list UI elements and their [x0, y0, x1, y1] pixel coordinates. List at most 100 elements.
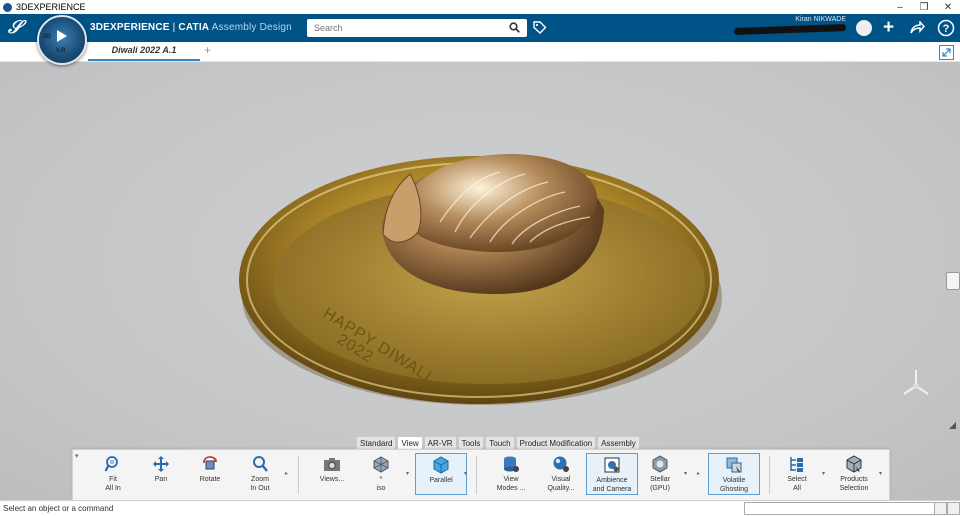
action-bar-section-tabs: Standard View AR-VR Tools Touch Product … — [356, 436, 641, 449]
section-tab-standard[interactable]: Standard — [356, 436, 397, 449]
os-title-bar: 3DEXPERIENCE – ❐ ✕ — [0, 0, 960, 14]
stellar-icon — [652, 455, 668, 473]
add-icon[interactable]: + — [883, 17, 894, 39]
search-input[interactable] — [312, 19, 496, 37]
search-icon[interactable] — [509, 22, 520, 33]
section-tab-touch[interactable]: Touch — [485, 436, 515, 449]
tab-document[interactable]: Diwali 2022 A.1 — [88, 42, 200, 61]
parallel-button[interactable]: Parallel — [415, 453, 467, 495]
tag-icon[interactable] — [532, 20, 547, 35]
robot-axis-icon[interactable] — [900, 366, 932, 400]
brand-app-name: Assembly Design — [211, 22, 292, 33]
command-options-icon[interactable] — [947, 502, 960, 515]
select-all-icon — [790, 457, 803, 472]
views-button[interactable]: Views... — [307, 453, 357, 484]
select-all-label2: All — [793, 485, 801, 492]
fit-all-in-button[interactable]: Fit All In — [88, 453, 138, 493]
zoom-label1: Zoom — [251, 476, 269, 483]
restore-button[interactable]: ❐ — [912, 2, 936, 13]
brand-platform: 3DEXPERIENCE — [90, 22, 170, 33]
more-arrow-icon[interactable]: ▾ — [684, 470, 687, 477]
separator — [298, 456, 299, 494]
share-icon[interactable] — [909, 21, 925, 35]
stellar-gpu-button[interactable]: Stellar (GPU) — [635, 453, 685, 493]
avatar[interactable] — [856, 20, 872, 36]
app-logo-icon — [3, 2, 12, 12]
pan-button[interactable]: Pan — [136, 453, 186, 484]
compass-3d-label: 3D — [43, 34, 51, 40]
side-panel-toggle-icon[interactable] — [946, 272, 960, 290]
app-brand: 3DEXPERIENCE | CATIA Assembly Design — [90, 22, 292, 33]
section-tab-tools[interactable]: Tools — [457, 436, 485, 449]
document-tab-strip: Diwali 2022 A.1 + — [0, 42, 960, 62]
views-label: Views... — [319, 476, 345, 483]
stellar-label2: (GPU) — [650, 485, 670, 492]
search-box[interactable] — [307, 19, 527, 37]
parallel-cube-icon — [433, 456, 449, 474]
visual-quality-label1: Visual — [551, 476, 571, 483]
rotate-button[interactable]: Rotate — [185, 453, 235, 484]
command-input[interactable] — [744, 502, 936, 515]
iso-label1: * — [379, 476, 383, 483]
pan-icon — [153, 456, 169, 472]
camera-icon — [324, 458, 340, 471]
ghosting-icon — [726, 457, 742, 473]
more-arrow-icon[interactable]: ▸ — [697, 470, 700, 477]
section-tab-product-modification[interactable]: Product Modification — [515, 436, 597, 449]
user-name: Kiran NIKWADE — [795, 16, 846, 23]
separator — [769, 456, 770, 494]
ambience-camera-icon — [604, 457, 620, 473]
zoom-in-out-button[interactable]: Zoom In Out — [235, 453, 285, 493]
iso-label2: iso — [376, 485, 386, 492]
svg-text:?: ? — [943, 23, 950, 35]
more-arrow-icon[interactable]: ▾ — [879, 470, 882, 477]
status-message: Select an object or a command — [3, 504, 114, 513]
stellar-label1: Stellar — [650, 476, 670, 483]
3d-viewport[interactable]: HAPPY DIWALI 2022 — [0, 62, 960, 500]
view-modes-button[interactable]: View Modes ... — [486, 453, 536, 493]
pan-label: Pan — [154, 476, 168, 483]
section-tab-ar-vr[interactable]: AR-VR — [423, 436, 457, 449]
more-arrow-icon[interactable]: ▾ — [464, 470, 467, 477]
user-info[interactable]: Kiran NIKWADE — [733, 16, 847, 35]
ghosting-label1: Volatile — [722, 477, 746, 484]
view-modes-label1: View — [503, 476, 519, 483]
minimize-button[interactable]: – — [888, 2, 912, 13]
more-arrow-icon[interactable]: ▾ — [822, 470, 825, 477]
more-arrow-icon[interactable]: ▸ — [285, 470, 288, 477]
section-tab-view[interactable]: View — [397, 436, 423, 449]
visual-quality-button[interactable]: Visual Quality... — [536, 453, 586, 493]
volatile-ghosting-button[interactable]: Volatile Ghosting — [708, 453, 760, 495]
diya-plate-model[interactable]: HAPPY DIWALI 2022 — [0, 62, 960, 500]
corner-resize-icon[interactable] — [949, 422, 956, 429]
maximize-icon[interactable] — [939, 45, 954, 60]
action-bar: ▾ Fit All In Pan Rotate Zoom In Out ▸ Vi… — [72, 449, 890, 501]
products-selection-icon — [846, 455, 862, 473]
collapse-actionbar-icon[interactable]: ▾ — [75, 452, 79, 460]
view-modes-icon — [504, 456, 519, 472]
ambience-camera-button[interactable]: Ambience and Camera — [586, 453, 638, 495]
help-icon[interactable]: ? — [937, 19, 955, 37]
zoom-label2: In Out — [250, 485, 270, 492]
iso-view-button[interactable]: * iso — [356, 453, 406, 493]
fit-all-label1: Fit — [109, 476, 117, 483]
iso-view-icon — [373, 456, 389, 473]
fit-all-icon — [104, 456, 118, 472]
products-selection-button[interactable]: Products Selection — [829, 453, 879, 493]
products-selection-label2: Selection — [839, 485, 869, 492]
compass-icon[interactable]: 3D V.R — [37, 15, 87, 65]
section-tab-assembly[interactable]: Assembly — [597, 436, 640, 449]
separator — [476, 456, 477, 494]
compass-version-label: V.R — [56, 48, 66, 54]
visual-quality-label2: Quality... — [547, 485, 575, 492]
dassault-logo-icon: 𝒮 — [8, 17, 22, 37]
more-arrow-icon[interactable]: ▾ — [406, 470, 409, 477]
rotate-label: Rotate — [199, 476, 221, 483]
select-all-button[interactable]: Select All — [772, 453, 822, 493]
play-icon — [57, 30, 67, 42]
add-tab-button[interactable]: + — [204, 43, 211, 57]
close-button[interactable]: ✕ — [936, 2, 960, 13]
command-help-icon[interactable] — [934, 502, 947, 515]
rotate-icon — [203, 456, 217, 470]
zoom-icon — [253, 456, 268, 472]
